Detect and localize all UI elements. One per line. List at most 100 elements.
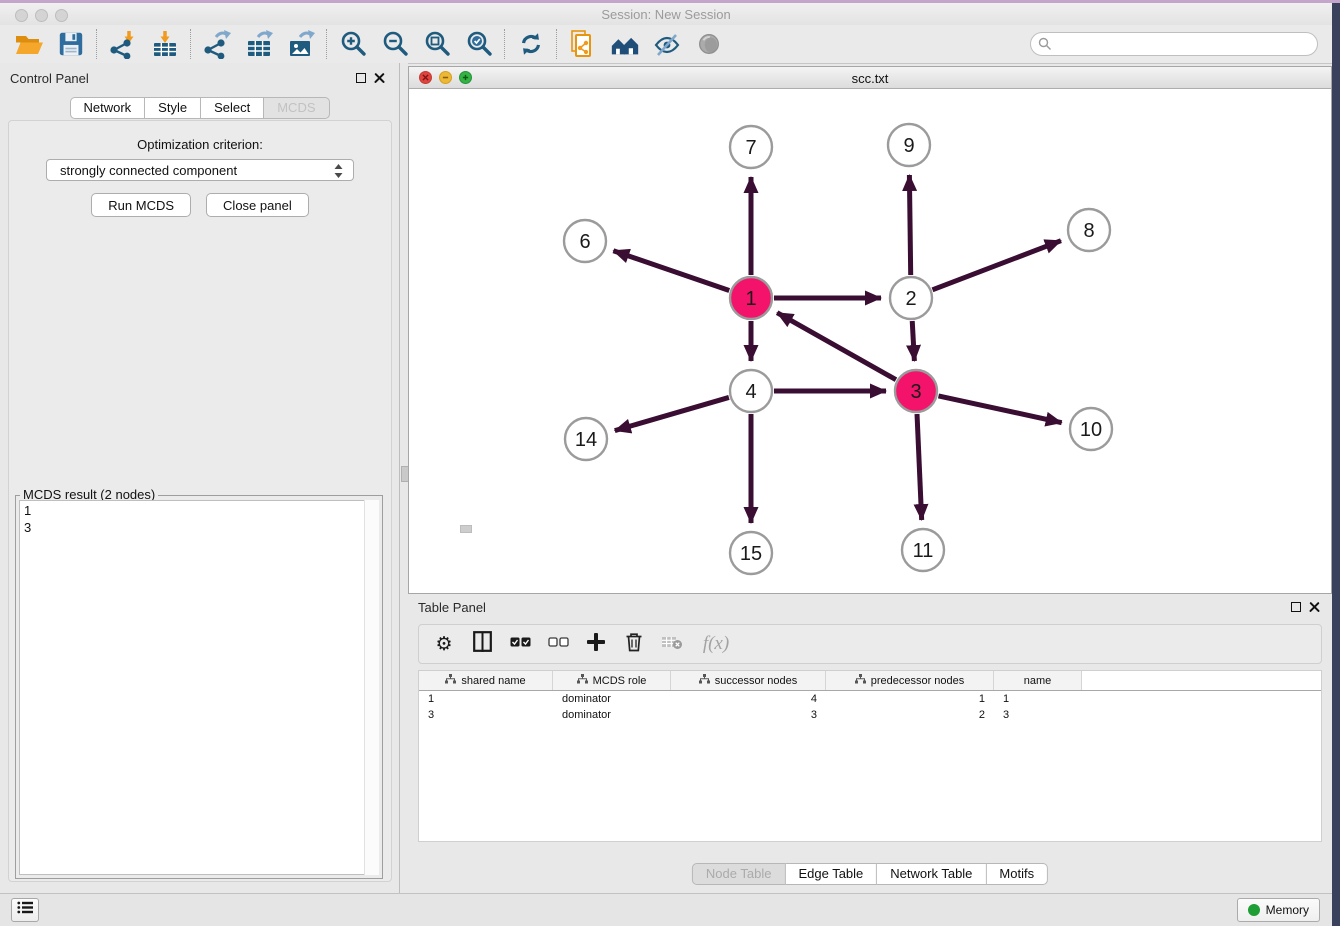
network-from-selection-icon [568, 29, 598, 59]
run-mcds-button[interactable]: Run MCDS [91, 193, 191, 217]
close-panel-icon[interactable] [1309, 601, 1320, 612]
table-cell[interactable]: 4 [671, 693, 826, 705]
tab-edge-table[interactable]: Edge Table [785, 863, 877, 885]
network-view-window: scc.txt 7 9 6 8 1 2 4 3 14 10 15 11 [408, 66, 1332, 594]
column-label: MCDS role [593, 675, 647, 687]
close-panel-button[interactable]: Close panel [206, 193, 309, 217]
graph-edge-3-1[interactable] [777, 313, 896, 380]
vertical-splitter[interactable] [400, 63, 408, 893]
import-table-icon [150, 29, 180, 59]
table-cell[interactable]: 3 [671, 709, 826, 721]
list-icon [17, 901, 33, 919]
graph-node-8[interactable]: 8 [1068, 209, 1110, 251]
column-header-predecessor-nodes[interactable]: predecessor nodes [826, 671, 994, 690]
refresh-button[interactable] [510, 27, 552, 61]
graph-edge-3-10[interactable] [938, 396, 1061, 423]
graph-node-2[interactable]: 2 [890, 277, 932, 319]
unselect-all-columns-button[interactable] [547, 632, 569, 656]
table-cell[interactable]: 1 [826, 693, 994, 705]
table-panel-tabs: Node TableEdge TableNetwork TableMotifs [692, 863, 1048, 885]
search-input[interactable] [1030, 32, 1318, 56]
mcds-result-text[interactable]: 13 [19, 500, 379, 875]
save-session-button[interactable] [50, 27, 92, 61]
table-toolbar: ⚙ f(x) [418, 624, 1322, 664]
tab-style[interactable]: Style [145, 97, 201, 119]
horizontal-splitter-grip[interactable] [460, 525, 472, 533]
task-history-button[interactable] [11, 898, 39, 922]
graph-node-7[interactable]: 7 [730, 126, 772, 168]
export-image-button[interactable] [280, 27, 322, 61]
import-table-button[interactable] [144, 27, 186, 61]
close-panel-icon[interactable] [374, 72, 385, 83]
graph-node-15[interactable]: 15 [730, 532, 772, 574]
search-field-wrap [1030, 32, 1318, 56]
graph-edge-2-8[interactable] [932, 241, 1060, 290]
table-cell[interactable]: dominator [553, 709, 671, 721]
zoom-in-button[interactable] [332, 27, 374, 61]
show-columns-button[interactable] [471, 632, 493, 656]
delete-column-button[interactable] [623, 632, 645, 656]
export-table-button[interactable] [238, 27, 280, 61]
select-all-columns-button[interactable] [509, 632, 531, 656]
hide-selected-button[interactable] [646, 27, 688, 61]
zoom-selected-button[interactable] [458, 27, 500, 61]
column-header-mcds-role[interactable]: MCDS role [553, 671, 671, 690]
import-network-button[interactable] [102, 27, 144, 61]
column-header-name[interactable]: name [994, 671, 1082, 690]
svg-text:8: 8 [1083, 220, 1094, 242]
tab-select[interactable]: Select [201, 97, 264, 119]
export-network-button[interactable] [196, 27, 238, 61]
float-panel-icon[interactable] [356, 73, 366, 83]
show-all-button[interactable] [688, 27, 730, 61]
result-scrollbar[interactable] [364, 500, 379, 875]
tab-motifs[interactable]: Motifs [986, 863, 1048, 885]
tab-mcds[interactable]: MCDS [264, 97, 329, 119]
zoom-fit-button[interactable] [416, 27, 458, 61]
network-window-titlebar[interactable]: scc.txt [409, 67, 1331, 89]
memory-button[interactable]: Memory [1237, 898, 1320, 922]
column-header-successor-nodes[interactable]: successor nodes [671, 671, 826, 690]
graph-node-10[interactable]: 10 [1070, 408, 1112, 450]
graph-edge-2-9[interactable] [909, 175, 910, 275]
graph-edge-1-6[interactable] [613, 251, 729, 291]
table-panel: Table Panel ⚙ f(x) shared nameMCDS roles… [408, 594, 1332, 890]
delete-table-button[interactable] [661, 632, 683, 656]
column-header-shared-name[interactable]: shared name [419, 671, 553, 690]
zoom-out-button[interactable] [374, 27, 416, 61]
graph-node-3[interactable]: 3 [895, 370, 937, 412]
graph-edge-4-14[interactable] [615, 397, 729, 430]
criterion-value: strongly connected component [60, 163, 237, 178]
table-settings-button[interactable]: ⚙ [433, 632, 455, 656]
save-floppy-icon [57, 30, 85, 58]
table-cell[interactable]: 1 [994, 693, 1082, 705]
table-row[interactable]: 3dominator323 [419, 707, 1321, 723]
criterion-dropdown[interactable]: strongly connected component [46, 159, 354, 181]
memory-status-icon [1248, 904, 1260, 916]
create-column-button[interactable] [585, 632, 607, 656]
tab-network-table[interactable]: Network Table [877, 863, 986, 885]
graph-edge-3-11[interactable] [917, 414, 922, 520]
table-cell[interactable]: 3 [994, 709, 1082, 721]
import-network-icon [108, 29, 138, 59]
function-builder-button[interactable]: f(x) [699, 632, 733, 656]
network-canvas[interactable]: 7 9 6 8 1 2 4 3 14 10 15 11 [409, 89, 1331, 593]
graph-node-11[interactable]: 11 [902, 529, 944, 571]
open-session-button[interactable] [8, 27, 50, 61]
float-panel-icon[interactable] [1291, 602, 1301, 612]
table-cell[interactable]: 3 [419, 709, 553, 721]
table-row[interactable]: 1dominator411 [419, 691, 1321, 707]
network-from-selection-button[interactable] [562, 27, 604, 61]
tab-node-table[interactable]: Node Table [692, 863, 786, 885]
graph-node-9[interactable]: 9 [888, 124, 930, 166]
table-cell[interactable]: 1 [419, 693, 553, 705]
table-cell[interactable]: 2 [826, 709, 994, 721]
tab-network[interactable]: Network [69, 97, 145, 119]
graph-node-14[interactable]: 14 [565, 418, 607, 460]
mcds-home-button[interactable] [604, 27, 646, 61]
column-label: shared name [461, 675, 525, 687]
graph-node-1[interactable]: 1 [730, 277, 772, 319]
table-cell[interactable]: dominator [553, 693, 671, 705]
graph-edge-2-3[interactable] [912, 321, 914, 361]
graph-node-6[interactable]: 6 [564, 220, 606, 262]
graph-node-4[interactable]: 4 [730, 370, 772, 412]
